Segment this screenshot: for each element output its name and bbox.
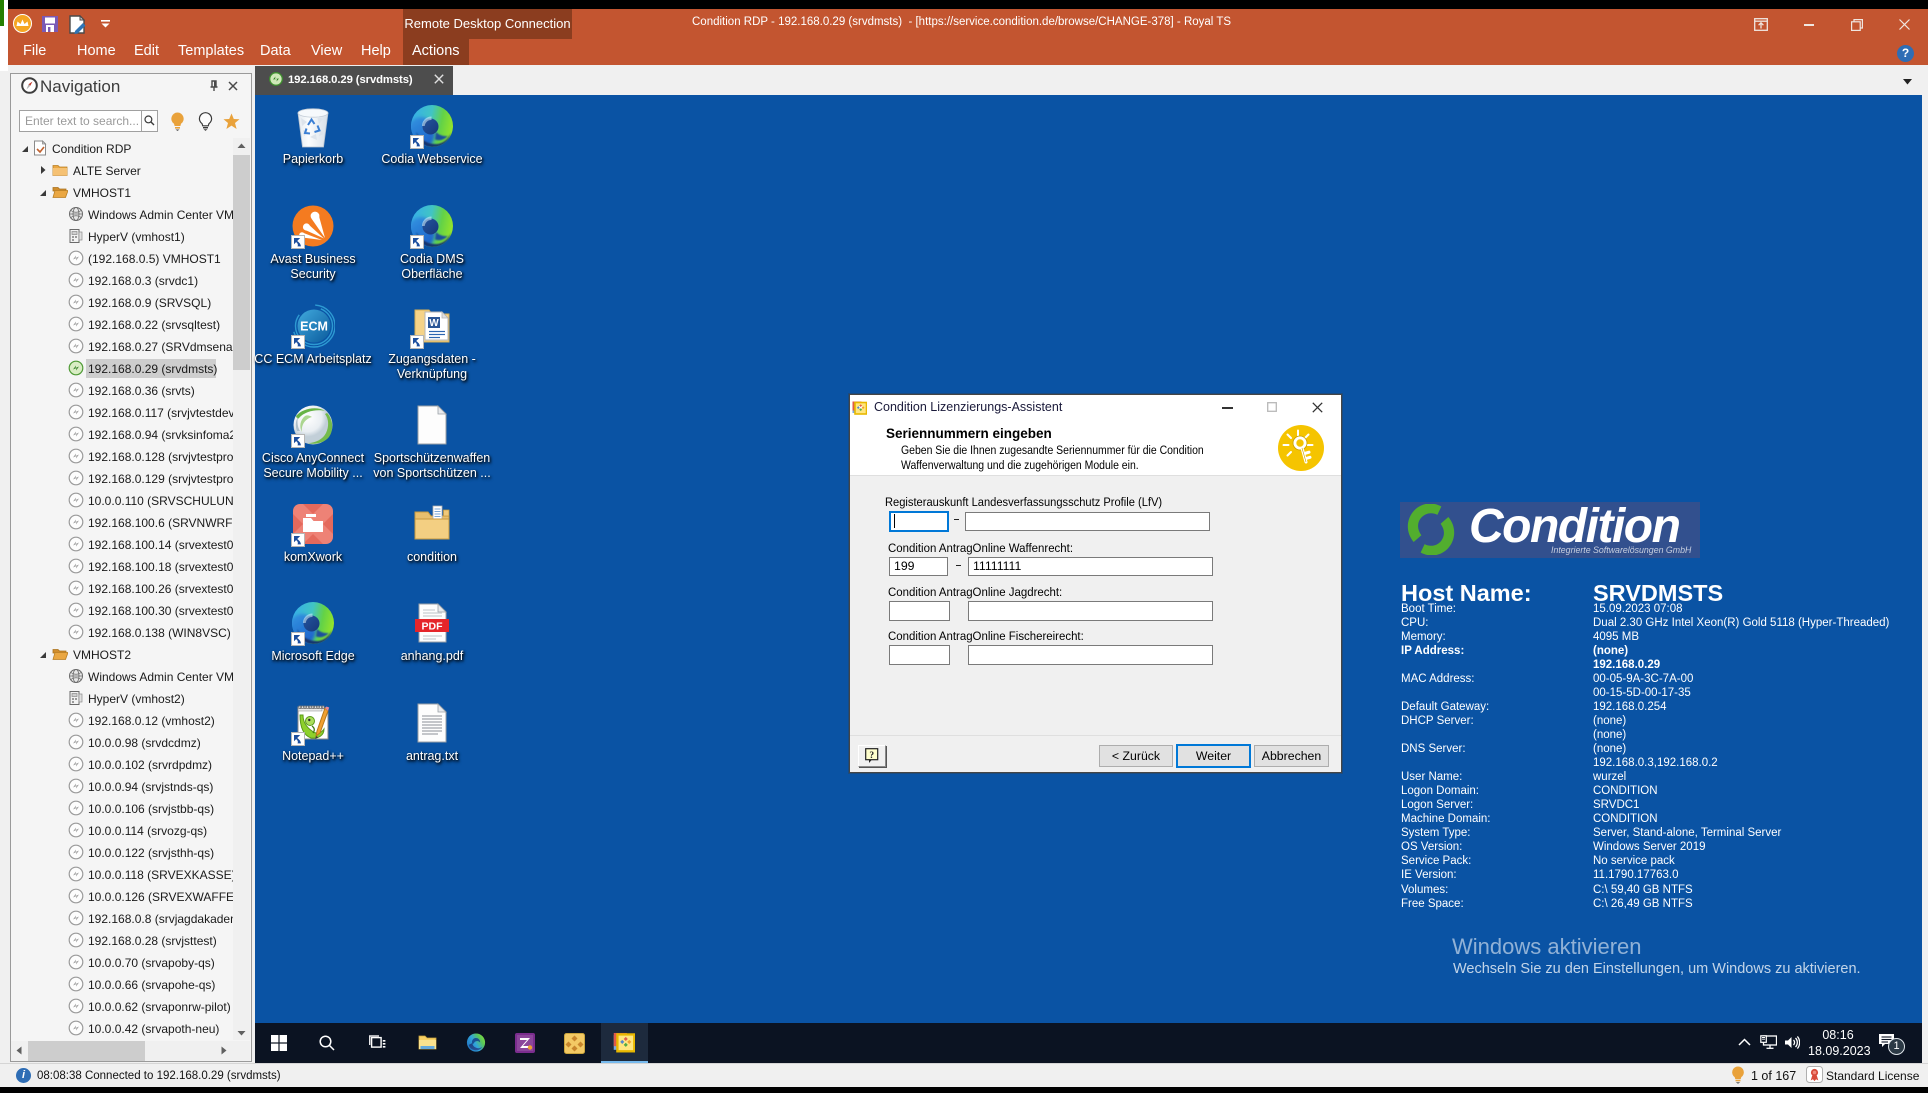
svg-text:ECM: ECM: [300, 320, 328, 334]
svg-text:?: ?: [869, 751, 874, 761]
svg-text:W: W: [429, 318, 439, 329]
svg-text:PDF: PDF: [422, 621, 444, 633]
